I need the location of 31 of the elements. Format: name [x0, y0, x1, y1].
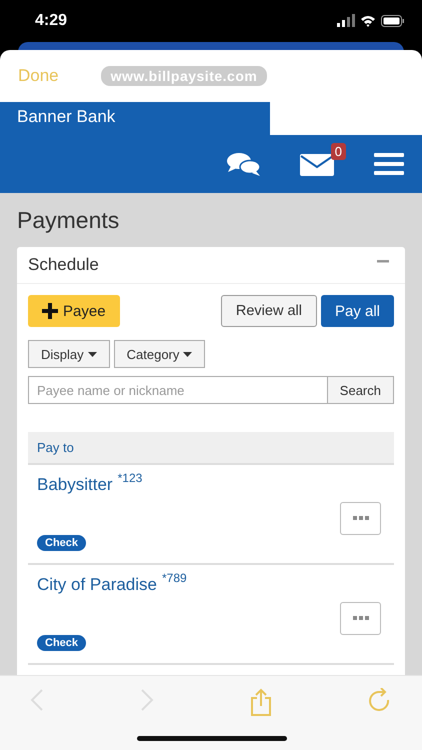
review-all-button[interactable]: Review all	[220, 295, 317, 327]
caret-icon	[183, 352, 192, 356]
account-number: *123	[118, 471, 142, 485]
more-button[interactable]	[340, 602, 381, 634]
account-number: *789	[162, 571, 187, 585]
ellipsis-icon	[352, 516, 368, 520]
chat-icon[interactable]	[226, 152, 262, 176]
caret-icon	[88, 352, 97, 356]
menu-icon[interactable]	[374, 153, 404, 175]
status-time: 4:29	[35, 12, 68, 30]
column-header-text: Pay to	[37, 440, 74, 455]
payee-name[interactable]: Babysitter	[37, 475, 113, 495]
page-title: Payments	[17, 207, 120, 234]
mail-icon[interactable]	[300, 152, 336, 176]
search-field[interactable]: Payee name or nickname	[28, 376, 328, 404]
payment-method-tag: Check	[37, 635, 86, 651]
add-payee-button[interactable]: Payee	[28, 295, 120, 327]
mail-count-badge: 0	[330, 143, 346, 160]
card-title: Schedule	[28, 255, 99, 275]
filter-dropdown[interactable]: Display	[28, 340, 110, 368]
payment-method-tag: Check	[37, 535, 86, 551]
battery-icon	[381, 15, 404, 27]
filter-dropdown[interactable]: Category	[114, 340, 206, 368]
wifi-icon	[361, 14, 375, 28]
signal-icon	[337, 14, 355, 28]
search-button[interactable]: Search	[328, 376, 394, 404]
ellipsis-icon	[352, 616, 368, 620]
plus-icon	[42, 303, 58, 319]
more-button[interactable]	[340, 502, 381, 534]
payee-name[interactable]: City of Paradise	[37, 575, 157, 595]
pay-all-button[interactable]: Pay all	[320, 295, 394, 327]
